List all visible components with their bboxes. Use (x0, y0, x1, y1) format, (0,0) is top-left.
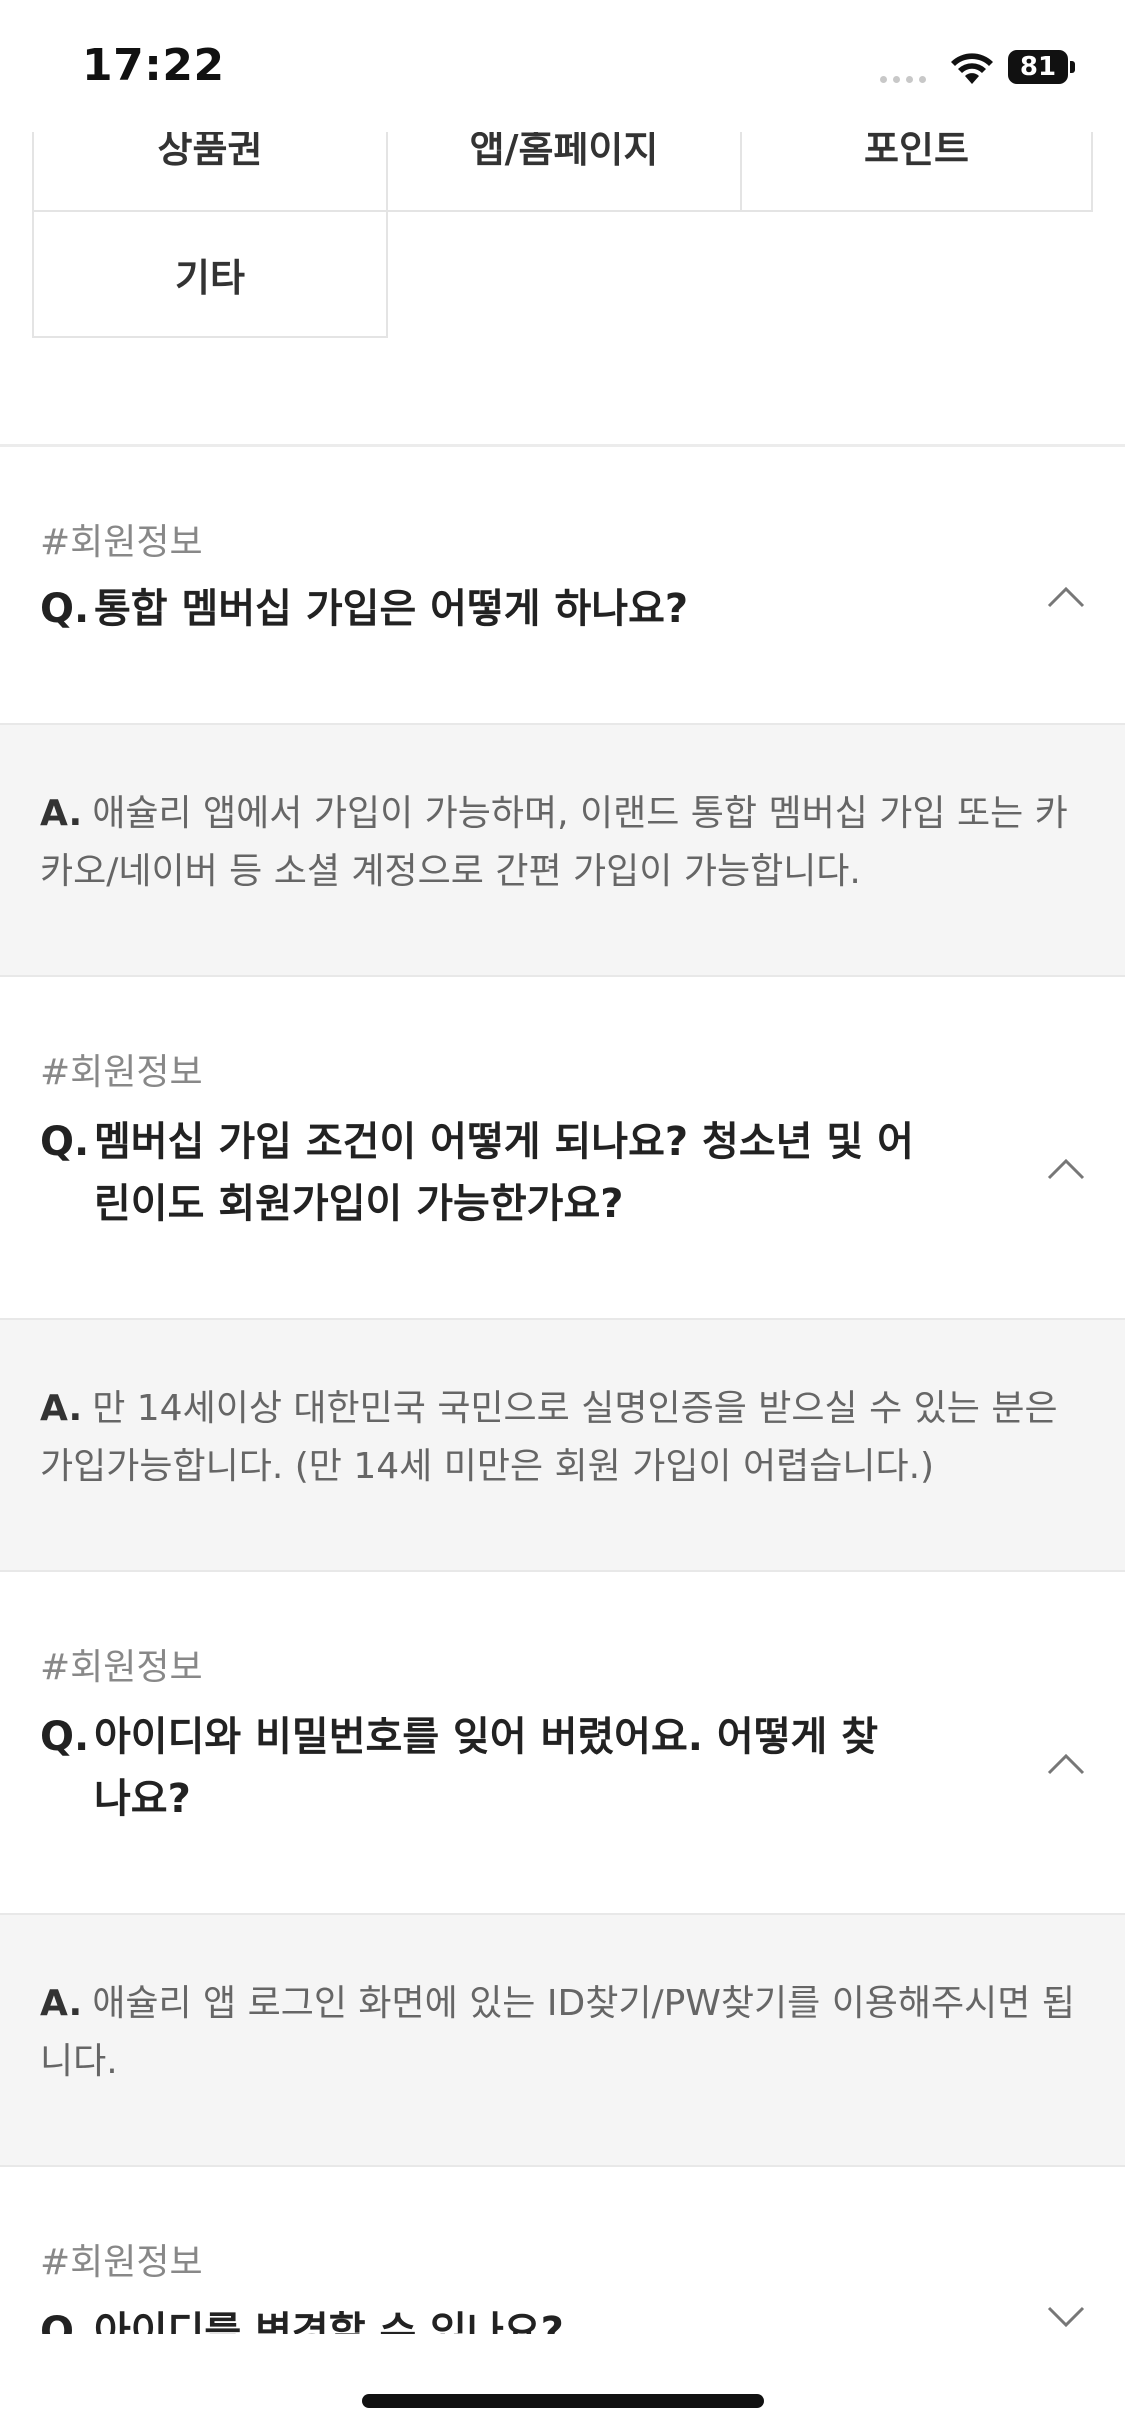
battery-level: 81 (1008, 50, 1068, 84)
faq-question: 통합 멤버십 가입은 어떻게 하나요? (94, 586, 689, 632)
chevron-up-icon[interactable] (1046, 1752, 1086, 1776)
question-marker: Q. (40, 1714, 90, 1760)
wifi-icon (951, 53, 993, 84)
faq-question: 멤버십 가입 조건이 어떻게 되나요? 청소년 및 어린이도 회원가입이 가능한… (94, 1119, 914, 1227)
category-gift-card[interactable]: 상품권 (32, 124, 388, 212)
faq-tag: #회원정보 (40, 1052, 203, 1093)
faq-question-item[interactable]: #회원정보 Q. 통합 멤버십 가입은 어떻게 하나요? (0, 447, 1125, 723)
answer-marker: A. (40, 793, 83, 834)
faq-tag: #회원정보 (40, 2242, 203, 2283)
faq-answer-panel: A. 애슐리 앱 로그인 화면에 있는 ID찾기/PW찾기를 이용해주시면 됩니다… (0, 1913, 1125, 2167)
category-point[interactable]: 포인트 (740, 124, 1093, 212)
answer-marker: A. (40, 1983, 83, 2024)
category-app-homepage[interactable]: 앱/홈페이지 (386, 124, 742, 212)
answer-marker: A. (40, 1388, 83, 1429)
faq-answer-panel: A. 만 14세이상 대한민국 국민으로 실명인증을 받으실 수 있는 분은 가입… (0, 1318, 1125, 1572)
faq-question: 아이디와 비밀번호를 잊어 버렸어요. 어떻게 찾나요? (94, 1714, 879, 1822)
category-grid: 상품권 앱/홈페이지 포인트 기타 (32, 124, 1093, 338)
question-marker: Q. (40, 1119, 90, 1165)
home-indicator[interactable] (362, 2394, 764, 2408)
category-etc[interactable]: 기타 (32, 210, 388, 338)
faq-tag: #회원정보 (40, 522, 203, 563)
faq-answer: 애슐리 앱 로그인 화면에 있는 ID찾기/PW찾기를 이용해주시면 됩니다. (40, 1983, 1075, 2082)
faq-question-item[interactable]: #회원정보 Q. 멤버십 가입 조건이 어떻게 되나요? 청소년 및 어린이도 … (0, 977, 1125, 1318)
battery-icon: 81 (1008, 50, 1075, 84)
cellular-signal-icon (880, 76, 926, 83)
faq-answer: 애슐리 앱에서 가입이 가능하며, 이랜드 통합 멤버십 가입 또는 카카오/네… (40, 793, 1068, 892)
faq-answer-panel: A. 애슐리 앱에서 가입이 가능하며, 이랜드 통합 멤버십 가입 또는 카카오… (0, 723, 1125, 977)
faq-question-item[interactable]: #회원정보 Q. 아이디와 비밀번호를 잊어 버렸어요. 어떻게 찾나요? (0, 1572, 1125, 1913)
chevron-up-icon[interactable] (1046, 1157, 1086, 1181)
bottom-safe-area (0, 2334, 1125, 2436)
status-time: 17:22 (82, 40, 225, 91)
chevron-down-icon[interactable] (1046, 2305, 1086, 2329)
faq-tag: #회원정보 (40, 1647, 203, 1688)
question-marker: Q. (40, 586, 90, 632)
status-bar: 17:22 81 (0, 0, 1125, 132)
faq-answer: 만 14세이상 대한민국 국민으로 실명인증을 받으실 수 있는 분은 가입가능… (40, 1388, 1058, 1487)
chevron-up-icon[interactable] (1046, 585, 1086, 609)
